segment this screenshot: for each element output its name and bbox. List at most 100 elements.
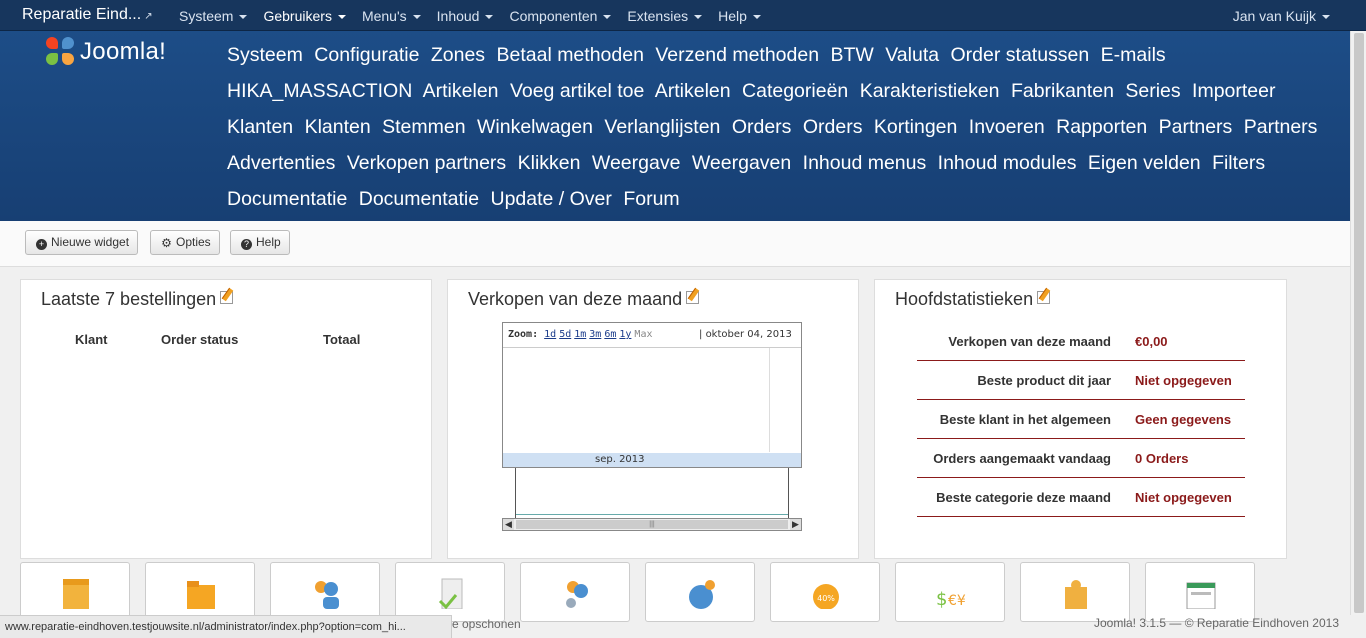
caret-down-icon [412, 15, 421, 20]
quicklink[interactable]: E-mails [1101, 44, 1166, 66]
quicklink[interactable]: Valuta [885, 44, 939, 66]
currency-icon: $ €¥ [936, 589, 966, 609]
zoom-1y[interactable]: 1y [619, 329, 631, 340]
main-menu: Systeem Gebruikers Menu's Inhoud Compone… [171, 0, 769, 31]
quicklink[interactable]: Eigen velden [1088, 152, 1201, 174]
column-header-order-status[interactable]: Order status [161, 332, 238, 347]
chart-scrollbar[interactable]: ◀ ||| ▶ [502, 518, 802, 531]
menu-help[interactable]: Help [710, 0, 769, 31]
quicklink[interactable]: Series [1125, 80, 1180, 102]
quicklink[interactable]: Advertenties [227, 152, 335, 174]
quicklink[interactable]: Klanten [305, 116, 371, 138]
scroll-thumb[interactable]: ||| [516, 520, 788, 529]
help-button[interactable]: ? Help [230, 230, 290, 255]
quicklink[interactable]: Weergave [592, 152, 681, 174]
quicklink[interactable]: Voeg artikel toe [510, 80, 644, 102]
quicklink[interactable]: Verkopen partners [347, 152, 506, 174]
quickicon-puzzle[interactable] [1020, 562, 1130, 622]
quicklink[interactable]: Kortingen [874, 116, 957, 138]
quicklink[interactable]: Documentatie [359, 188, 479, 210]
quicklink[interactable]: Klikken [518, 152, 581, 174]
quicklink[interactable]: Order statussen [951, 44, 1090, 66]
quicklink[interactable]: Verlanglijsten [604, 116, 720, 138]
quickicon-users[interactable] [270, 562, 380, 622]
menu-inhoud[interactable]: Inhoud [429, 0, 502, 31]
quicklink[interactable]: Configuratie [314, 44, 419, 66]
quicklink[interactable]: BTW [830, 44, 873, 66]
component-quicklinks: Systeem Configuratie Zones Betaal method… [227, 37, 1327, 217]
quicklink[interactable]: Weergaven [692, 152, 791, 174]
quicklink[interactable]: Fabrikanten [1011, 80, 1114, 102]
menu-gebruikers[interactable]: Gebruikers [255, 0, 353, 31]
quickicon-discount[interactable]: 40% [770, 562, 880, 622]
quicklink[interactable]: Artikelen [655, 80, 731, 102]
quicklink[interactable]: Orders [732, 116, 792, 138]
quicklink[interactable]: Artikelen [423, 80, 499, 102]
options-button[interactable]: ⚙ Opties [150, 230, 220, 255]
quicklink[interactable]: Importeer [1192, 80, 1275, 102]
edit-icon[interactable] [220, 289, 234, 304]
footer-partial-link[interactable]: e opschonen [452, 617, 521, 631]
quicklink[interactable]: Rapporten [1056, 116, 1147, 138]
quickicon-customer-money[interactable] [520, 562, 630, 622]
globe-icon [689, 580, 715, 609]
stat-label: Beste product dit jaar [977, 373, 1111, 388]
caret-down-icon [485, 15, 494, 20]
column-header-totaal[interactable]: Totaal [323, 332, 360, 347]
quicklink[interactable]: Karakteristieken [860, 80, 1000, 102]
quickicon-globe[interactable] [645, 562, 755, 622]
quicklink[interactable]: Partners [1244, 116, 1318, 138]
quicklink[interactable]: Invoeren [969, 116, 1045, 138]
quickicon-folder[interactable] [145, 562, 255, 622]
quickicon-display[interactable] [1145, 562, 1255, 622]
quicklink[interactable]: Update / Over [491, 188, 612, 210]
quicklink[interactable]: Inhoud menus [803, 152, 927, 174]
quicklink[interactable]: Filters [1212, 152, 1265, 174]
quicklink[interactable]: Orders [803, 116, 863, 138]
quicklink[interactable]: Betaal methoden [496, 44, 643, 66]
plus-circle-icon: + [36, 239, 47, 250]
quicklink[interactable]: Inhoud modules [938, 152, 1077, 174]
zoom-5d[interactable]: 5d [559, 329, 571, 340]
menu-extensies[interactable]: Extensies [619, 0, 710, 31]
scroll-right-icon[interactable]: ▶ [790, 519, 801, 530]
quicklink[interactable]: Verzend methoden [655, 44, 819, 66]
quickicon-document-check[interactable] [395, 562, 505, 622]
puzzle-icon [1065, 580, 1087, 609]
zoom-6m[interactable]: 6m [604, 329, 616, 340]
quicklink[interactable]: Winkelwagen [477, 116, 593, 138]
zoom-1m[interactable]: 1m [574, 329, 586, 340]
quickicon-currency[interactable]: $ €¥ [895, 562, 1005, 622]
menu-systeem[interactable]: Systeem [171, 0, 255, 31]
quicklink[interactable]: Systeem [227, 44, 303, 66]
stats-panel: Hoofdstatistieken Verkopen van deze maan… [874, 279, 1287, 559]
quicklink[interactable]: Categorieën [742, 80, 848, 102]
discount-icon: 40% [813, 584, 839, 609]
quicklink[interactable]: Forum [623, 188, 679, 210]
page-scrollbar[interactable] [1350, 31, 1366, 615]
footer-copyright: Joomla! 3.1.5 — © Reparatie Eindhoven 20… [1094, 616, 1339, 630]
edit-icon[interactable] [686, 289, 700, 304]
user-menu[interactable]: Jan van Kuijk [1233, 8, 1330, 24]
site-name-link[interactable]: Reparatie Eind... ↗ [22, 6, 153, 24]
quicklink[interactable]: Zones [431, 44, 485, 66]
chart-navigator[interactable] [515, 468, 789, 518]
quicklink[interactable]: Klanten [227, 116, 293, 138]
quickicon-box[interactable] [20, 562, 130, 622]
quicklink[interactable]: HIKA_MASSACTION [227, 80, 412, 102]
quicklink[interactable]: Partners [1159, 116, 1233, 138]
menu-componenten[interactable]: Componenten [501, 0, 619, 31]
column-header-klant[interactable]: Klant [75, 332, 108, 347]
customer-money-icon [566, 581, 588, 608]
quicklink[interactable]: Documentatie [227, 188, 347, 210]
zoom-1d[interactable]: 1d [544, 329, 556, 340]
edit-icon[interactable] [1037, 289, 1051, 304]
joomla-logo[interactable]: Joomla! [46, 37, 166, 67]
caret-down-icon [603, 15, 612, 20]
scrollbar-thumb[interactable] [1354, 33, 1364, 613]
new-widget-button[interactable]: + Nieuwe widget [25, 230, 139, 255]
menu-menus[interactable]: Menu's [354, 0, 429, 31]
zoom-3m[interactable]: 3m [589, 329, 601, 340]
quicklink[interactable]: Stemmen [382, 116, 465, 138]
scroll-left-icon[interactable]: ◀ [503, 519, 514, 530]
